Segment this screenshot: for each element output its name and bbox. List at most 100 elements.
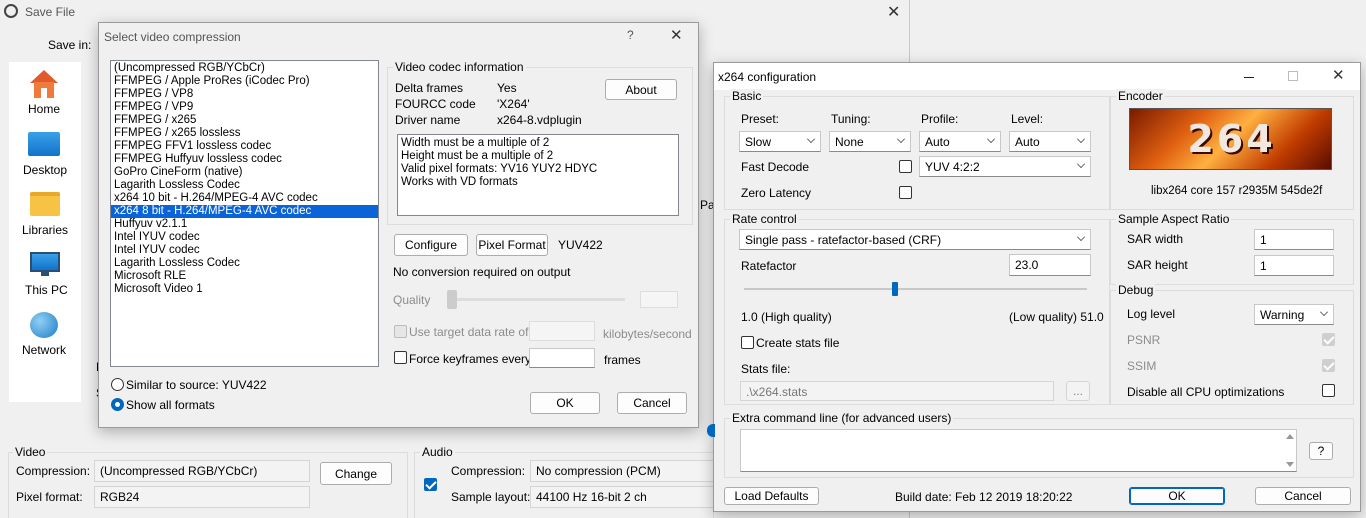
sar-group-label: Sample Aspect Ratio	[1116, 212, 1232, 226]
rate-mode-select[interactable]: Single pass - ratefactor-based (CRF)	[739, 229, 1091, 250]
close-icon[interactable]: ✕	[670, 26, 683, 44]
configure-button[interactable]: Configure	[394, 234, 468, 256]
sar-height-label: SAR height	[1127, 258, 1188, 272]
stats-file-label: Stats file:	[741, 362, 791, 376]
chroma-select[interactable]: YUV 4:2:2	[919, 156, 1091, 177]
stats-file-field[interactable]: .\x264.stats	[740, 381, 1054, 401]
codec-list-item[interactable]: GoPro CineForm (native)	[111, 166, 378, 179]
ratefactor-slider[interactable]	[744, 279, 1087, 299]
sar-width-field[interactable]: 1	[1254, 229, 1334, 250]
ok-button[interactable]: OK	[530, 392, 600, 414]
help-icon[interactable]: ?	[627, 28, 634, 42]
pixel-format-button[interactable]: Pixel Format	[476, 234, 548, 256]
keyframes-field[interactable]	[529, 348, 595, 368]
create-stats-checkbox[interactable]	[741, 336, 754, 349]
codec-list-item[interactable]: FFMPEG Huffyuv lossless codec	[111, 153, 378, 166]
sar-height-field[interactable]: 1	[1254, 255, 1334, 276]
audio-enable-checkbox[interactable]	[424, 478, 437, 491]
load-defaults-button[interactable]: Load Defaults	[724, 487, 819, 505]
nav-this-pc[interactable]: This PC	[14, 248, 74, 300]
codec-list-item[interactable]: Microsoft Video 1	[111, 283, 378, 296]
nav-desktop[interactable]: Desktop	[14, 128, 74, 180]
note-line: Height must be a multiple of 2	[401, 150, 554, 162]
cancel-button[interactable]: Cancel	[1255, 487, 1351, 505]
ssim-checkbox[interactable]	[1322, 359, 1335, 372]
codec-list[interactable]: (Uncompressed RGB/YCbCr) FFMPEG / Apple P…	[110, 60, 379, 367]
extra-command-field[interactable]	[740, 429, 1297, 472]
codec-list-item[interactable]: FFMPEG / Apple ProRes (iCodec Pro)	[111, 75, 378, 88]
nav-this-pc-label: This PC	[25, 283, 68, 297]
preset-value: Slow	[745, 135, 772, 149]
nav-home[interactable]: Home	[14, 68, 74, 120]
x264-title: x264 configuration	[718, 70, 817, 84]
psnr-checkbox[interactable]	[1322, 333, 1335, 346]
codec-list-item[interactable]: Lagarith Lossless Codec	[111, 257, 378, 270]
keyframes-checkbox[interactable]	[394, 351, 407, 364]
note-line: Works with VD formats	[401, 176, 518, 188]
minimize-icon[interactable]	[1244, 77, 1254, 78]
level-select[interactable]: Auto	[1009, 131, 1091, 152]
chevron-down-icon	[1077, 160, 1085, 168]
ok-button[interactable]: OK	[1129, 487, 1225, 505]
close-icon[interactable]: ✕	[1332, 66, 1345, 84]
codec-list-item[interactable]: Lagarith Lossless Codec	[111, 179, 378, 192]
nav-network[interactable]: Network	[14, 308, 74, 360]
codec-list-item[interactable]: (Uncompressed RGB/YCbCr)	[111, 62, 378, 75]
cancel-button[interactable]: Cancel	[617, 392, 687, 414]
codec-list-item[interactable]: Intel IYUV codec	[111, 231, 378, 244]
codec-list-item[interactable]: FFMPEG / x265	[111, 114, 378, 127]
fast-decode-checkbox[interactable]	[899, 160, 912, 173]
about-button[interactable]: About	[605, 79, 677, 100]
close-icon[interactable]: ✕	[887, 2, 900, 22]
maximize-icon[interactable]	[1288, 71, 1298, 81]
fourcc-label: FOURCC code	[395, 97, 476, 111]
high-quality-label: 1.0 (High quality)	[741, 310, 832, 324]
quality-value-field[interactable]	[640, 291, 678, 308]
codec-list-item[interactable]: Huffyuv v2.1.1	[111, 218, 378, 231]
conversion-text: No conversion required on output	[393, 265, 571, 279]
video-compression-field[interactable]: (Uncompressed RGB/YCbCr)	[94, 460, 310, 482]
profile-label: Profile:	[921, 112, 959, 126]
x264-config-dialog: x264 configuration ✕ Basic Preset: Slow …	[713, 62, 1361, 512]
codec-list-item[interactable]: FFMPEG / VP8	[111, 88, 378, 101]
quality-label: Quality	[393, 293, 431, 307]
codec-list-item[interactable]: FFMPEG FFV1 lossless codec	[111, 140, 378, 153]
similar-radio[interactable]	[111, 378, 124, 391]
target-rate-field[interactable]	[529, 321, 595, 341]
tuning-select[interactable]: None	[829, 131, 911, 152]
scroll-down-icon[interactable]	[1286, 462, 1294, 467]
ratefactor-field[interactable]: 23.0	[1009, 254, 1091, 276]
codec-list-item[interactable]: Microsoft RLE	[111, 270, 378, 283]
log-level-select[interactable]: Warning	[1254, 304, 1334, 325]
scroll-up-icon[interactable]	[1286, 434, 1294, 439]
ratefactor-slider-thumb[interactable]	[892, 282, 898, 296]
disable-cpu-checkbox[interactable]	[1322, 384, 1335, 397]
pixel-format-field[interactable]: RGB24	[94, 486, 310, 508]
keyframes-label: Force keyframes every	[409, 352, 532, 366]
quality-slider-track[interactable]	[449, 298, 625, 301]
audio-compression-field[interactable]: No compression (PCM)	[530, 460, 714, 482]
preset-select[interactable]: Slow	[739, 131, 821, 152]
codec-list-item[interactable]: x264 10 bit - H.264/MPEG-4 AVC codec	[111, 192, 378, 205]
x264-logo: 264	[1129, 108, 1332, 170]
nav-libraries[interactable]: Libraries	[14, 188, 74, 240]
gear-icon	[4, 4, 18, 18]
target-rate-checkbox[interactable]	[394, 325, 407, 338]
codec-list-item[interactable]: FFMPEG / x265 lossless	[111, 127, 378, 140]
browse-button[interactable]: ...	[1066, 381, 1090, 401]
quality-slider-thumb[interactable]	[447, 290, 457, 309]
help-button[interactable]: ?	[1309, 442, 1333, 460]
show-all-radio[interactable]	[111, 398, 124, 411]
codec-list-item[interactable]: Intel IYUV codec	[111, 244, 378, 257]
sample-layout-field[interactable]: 44100 Hz 16-bit 2 ch	[530, 486, 714, 508]
show-all-label: Show all formats	[126, 398, 215, 412]
tuning-value: None	[835, 135, 864, 149]
zero-latency-checkbox[interactable]	[899, 186, 912, 199]
target-rate-label: Use target data rate of	[409, 325, 529, 339]
profile-select[interactable]: Auto	[919, 131, 1001, 152]
codec-list-item[interactable]: x264 8 bit - H.264/MPEG-4 AVC codec	[111, 205, 378, 218]
build-date: Build date: Feb 12 2019 18:20:22	[895, 490, 1073, 504]
sar-width-label: SAR width	[1127, 232, 1184, 246]
codec-list-item[interactable]: FFMPEG / VP9	[111, 101, 378, 114]
change-button[interactable]: Change	[320, 462, 392, 485]
